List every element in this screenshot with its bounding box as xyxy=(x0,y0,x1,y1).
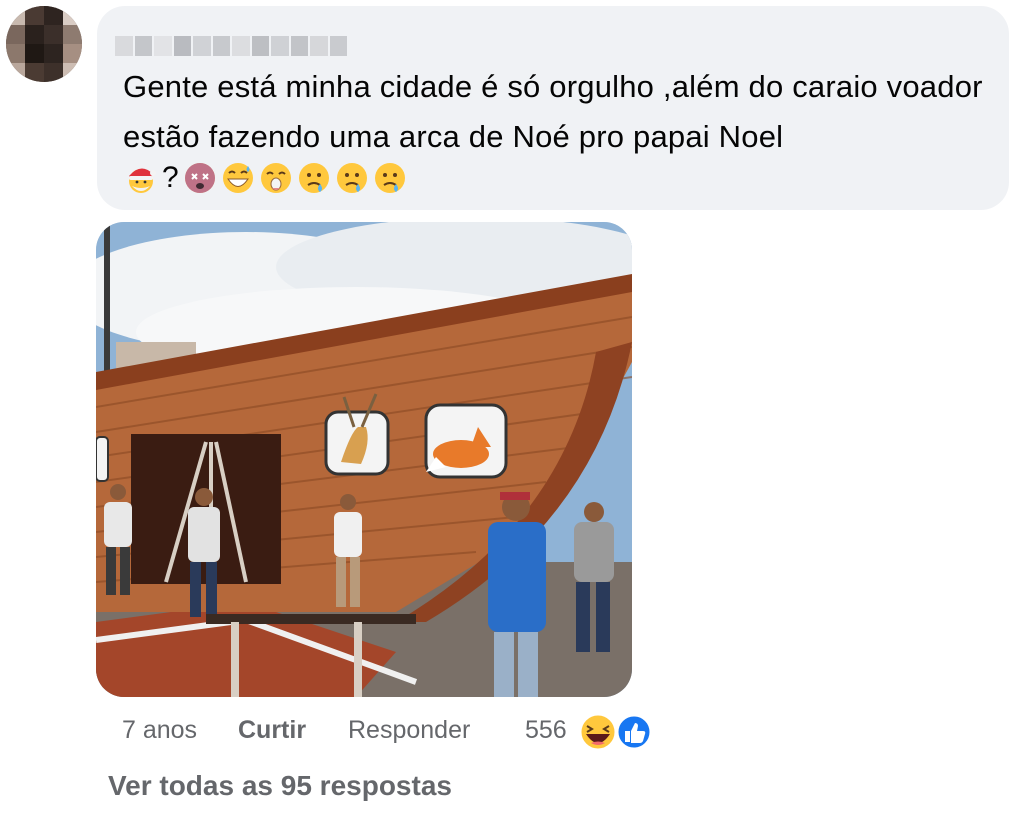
santa-emoji-icon xyxy=(129,168,156,193)
grinning-sweat-emoji-icon xyxy=(222,163,253,193)
timestamp-link[interactable]: 7 anos xyxy=(122,716,197,745)
avatar[interactable] xyxy=(6,6,82,82)
sweat-face-emoji-icon xyxy=(336,163,367,193)
view-all-replies-link[interactable]: Ver todas as 95 respostas xyxy=(108,770,452,802)
emoji-row: ? xyxy=(123,160,408,196)
question-mark: ? xyxy=(162,161,179,194)
comment-actions: 7 anos Curtir Responder 556 xyxy=(0,712,1024,752)
sweat-face-emoji-icon xyxy=(298,163,329,193)
comment-text: Gente está minha cidade é só orgulho ,al… xyxy=(123,69,983,154)
comment-photo[interactable] xyxy=(96,222,632,697)
dizzy-face-emoji-icon xyxy=(184,163,215,193)
haha-reaction-icon xyxy=(578,712,618,752)
like-button[interactable]: Curtir xyxy=(238,716,306,745)
hushed-face-emoji-icon xyxy=(260,163,291,193)
reactions-summary[interactable] xyxy=(578,712,658,752)
reply-button[interactable]: Responder xyxy=(348,716,470,745)
author-name-blurred[interactable] xyxy=(115,36,347,56)
sweat-face-emoji-icon xyxy=(374,163,405,193)
comment-bubble: Gente está minha cidade é só orgulho ,al… xyxy=(97,6,1009,210)
reaction-count[interactable]: 556 xyxy=(525,716,567,745)
like-reaction-icon xyxy=(615,713,653,751)
